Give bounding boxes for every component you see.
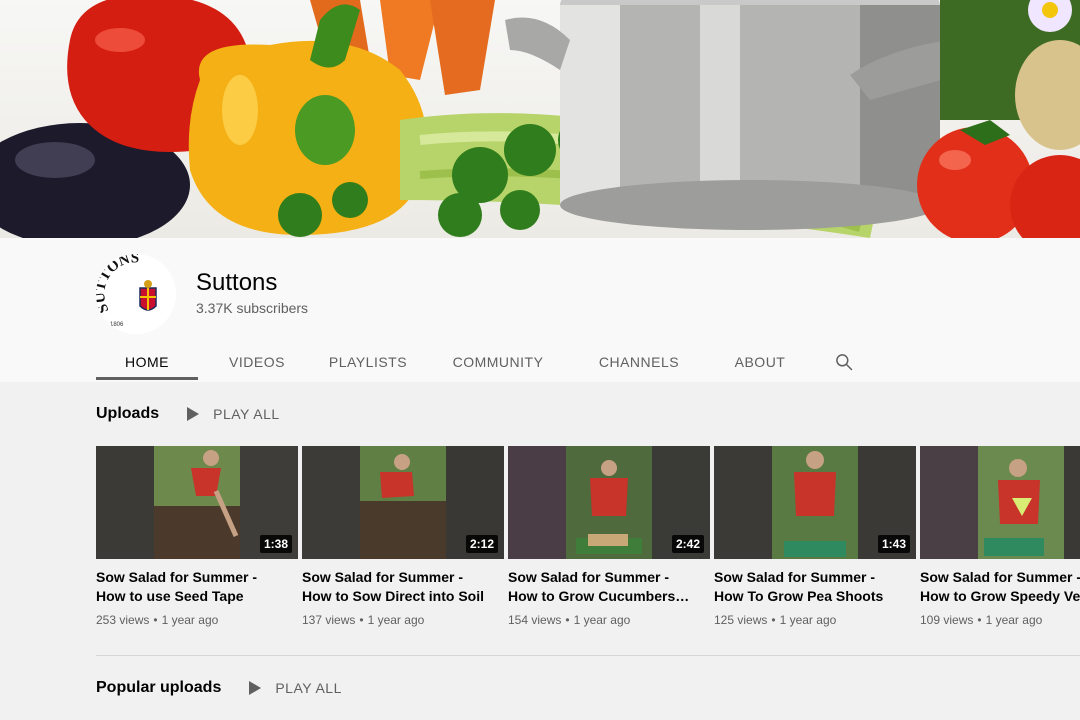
video-age: 1 year ago: [779, 613, 837, 627]
play-icon: [245, 678, 265, 698]
uploads-shelf-header: Uploads PLAY ALL: [96, 404, 280, 424]
video-views: 109 views: [920, 613, 974, 627]
video-meta: 109 views • 1 year ago: [920, 613, 1080, 627]
popular-play-all-button[interactable]: PLAY ALL: [245, 678, 342, 698]
play-icon: [183, 404, 203, 424]
video-age: 1 year ago: [573, 613, 631, 627]
video-meta: 137 views • 1 year ago: [302, 613, 504, 627]
video-views: 137 views: [302, 613, 356, 627]
channel-home-content: Uploads PLAY ALL 1:38 Sow Salad for Summ…: [0, 382, 1080, 720]
popular-uploads-title[interactable]: Popular uploads: [96, 679, 221, 697]
tab-playlists[interactable]: PLAYLISTS: [308, 342, 428, 382]
video-views: 154 views: [508, 613, 562, 627]
video-age: 1 year ago: [161, 613, 219, 627]
video-title[interactable]: Sow Salad for Summer - How to Grow Cucum…: [508, 568, 698, 606]
video-views: 253 views: [96, 613, 150, 627]
suttons-logo: SUTTONS 1806: [96, 254, 176, 334]
meta-separator: •: [359, 613, 364, 627]
video-title[interactable]: Sow Salad for Summer - How To Grow Pea S…: [714, 568, 904, 606]
video-duration: 2:42: [671, 535, 704, 553]
video-card[interactable]: 2:12 Sow Salad for Summer - How to Sow D…: [302, 446, 504, 627]
video-age: 1 year ago: [367, 613, 425, 627]
search-icon[interactable]: [820, 342, 868, 382]
meta-separator: •: [153, 613, 158, 627]
video-duration: 1:38: [259, 535, 292, 553]
video-duration: 1:43: [877, 535, 910, 553]
uploads-title[interactable]: Uploads: [96, 405, 159, 423]
avatar-year: 1806: [110, 322, 124, 328]
video-thumbnail[interactable]: 1:43: [714, 446, 916, 559]
shelf-divider: [96, 655, 1080, 656]
video-meta: 125 views • 1 year ago: [714, 613, 916, 627]
video-card[interactable]: 1:43 Sow Salad for Summer - How To Grow …: [714, 446, 916, 627]
video-views: 125 views: [714, 613, 768, 627]
video-card[interactable]: 1:38 Sow Salad for Summer - How to use S…: [96, 446, 298, 627]
channel-avatar[interactable]: SUTTONS 1806: [96, 254, 176, 334]
tab-community[interactable]: COMMUNITY: [428, 342, 568, 382]
video-age: 1 year ago: [985, 613, 1043, 627]
video-meta: 154 views • 1 year ago: [508, 613, 710, 627]
channel-header: SUTTONS 1806 Suttons 3.37K subscribers H…: [0, 238, 1080, 382]
tab-channels[interactable]: CHANNELS: [568, 342, 710, 382]
channel-name: Suttons: [196, 269, 278, 296]
vegetables-banner-image: [0, 0, 1080, 238]
channel-banner: [0, 0, 1080, 238]
uploads-play-all-button[interactable]: PLAY ALL: [183, 404, 280, 424]
video-title[interactable]: Sow Salad for Summer - How to Grow Speed…: [920, 568, 1080, 606]
video-title[interactable]: Sow Salad for Summer - How to use Seed T…: [96, 568, 286, 606]
meta-separator: •: [977, 613, 982, 627]
channel-tabs: HOME VIDEOS PLAYLISTS COMMUNITY CHANNELS…: [96, 342, 868, 382]
video-title[interactable]: Sow Salad for Summer - How to Sow Direct…: [302, 568, 492, 606]
video-card[interactable]: Sow Salad for Summer - How to Grow Speed…: [920, 446, 1080, 627]
video-thumbnail[interactable]: 1:38: [96, 446, 298, 559]
subscriber-count: 3.37K subscribers: [196, 300, 309, 316]
play-all-label: PLAY ALL: [213, 406, 280, 422]
tab-home[interactable]: HOME: [96, 342, 198, 382]
video-card[interactable]: 2:42 Sow Salad for Summer - How to Grow …: [508, 446, 710, 627]
tab-videos[interactable]: VIDEOS: [206, 342, 308, 382]
meta-separator: •: [771, 613, 776, 627]
video-duration: 2:12: [465, 535, 498, 553]
video-thumbnail[interactable]: 2:42: [508, 446, 710, 559]
play-all-label: PLAY ALL: [275, 680, 342, 696]
popular-shelf-header: Popular uploads PLAY ALL: [96, 678, 342, 698]
video-meta: 253 views • 1 year ago: [96, 613, 298, 627]
uploads-video-row: 1:38 Sow Salad for Summer - How to use S…: [96, 446, 1080, 627]
tab-about[interactable]: ABOUT: [710, 342, 810, 382]
video-thumbnail[interactable]: [920, 446, 1080, 559]
meta-separator: •: [565, 613, 570, 627]
video-thumbnail[interactable]: 2:12: [302, 446, 504, 559]
